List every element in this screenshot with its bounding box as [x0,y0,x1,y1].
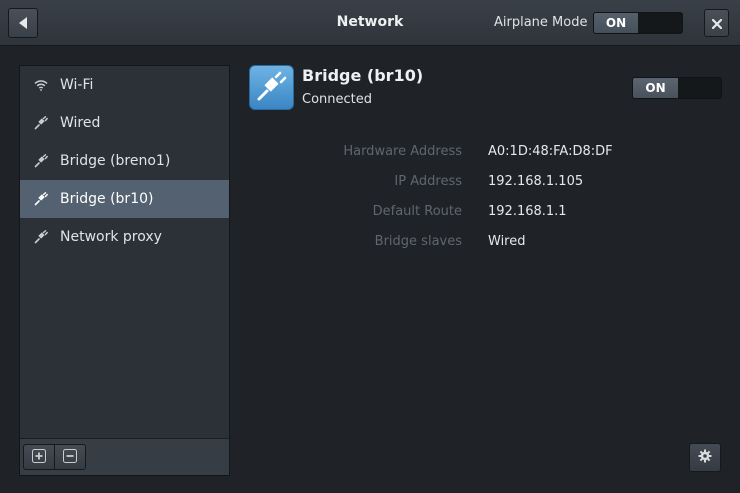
detail-value: A0:1D:48:FA:D8:DF [488,144,613,159]
network-plug-icon [255,69,289,107]
network-plug-icon [33,153,49,169]
sidebar-item-label: Network proxy [60,229,162,245]
detail-label: Hardware Address [343,144,462,159]
sidebar: Wi-Fi Wired Bridge (breno1) Bridge (br10… [19,65,230,476]
device-icon [249,65,294,110]
sidebar-item-wifi[interactable]: Wi-Fi [20,66,229,104]
airplane-mode-label: Airplane Mode [494,15,588,30]
detail-value: Wired [488,234,526,249]
gear-icon [698,448,712,467]
sidebar-item-label: Bridge (br10) [60,191,154,207]
device-name: Bridge (br10) [302,66,424,85]
close-icon [711,14,722,33]
network-plug-icon [33,115,49,131]
add-icon [32,448,46,467]
sidebar-item-label: Wi-Fi [60,77,94,93]
remove-connection-button[interactable] [54,444,86,470]
sidebar-item-network-proxy[interactable]: Network proxy [20,218,229,256]
header-bar: Network Airplane Mode ON [0,0,740,46]
device-status: Connected [302,92,373,107]
close-button[interactable] [704,9,729,37]
detail-value: 192.168.1.105 [488,174,584,189]
device-switch[interactable]: ON [632,77,722,99]
network-plug-icon [33,191,49,207]
detail-row-bridge-slaves: Bridge slaves Wired [250,234,720,254]
wifi-icon [33,77,49,93]
device-switch-state: ON [633,78,678,98]
airplane-mode-switch[interactable]: ON [593,12,683,34]
remove-icon [63,448,77,467]
sidebar-item-bridge-breno1[interactable]: Bridge (breno1) [20,142,229,180]
detail-label: Default Route [372,204,462,219]
detail-label: Bridge slaves [374,234,462,249]
sidebar-item-label: Wired [60,115,101,131]
back-arrow-icon [17,16,29,30]
settings-button[interactable] [689,443,721,472]
detail-label: IP Address [394,174,462,189]
sidebar-item-wired[interactable]: Wired [20,104,229,142]
network-plug-icon [33,229,49,245]
back-button[interactable] [8,8,38,38]
detail-row-hardware-address: Hardware Address A0:1D:48:FA:D8:DF [250,144,720,164]
sidebar-item-label: Bridge (breno1) [60,153,171,169]
sidebar-item-bridge-br10[interactable]: Bridge (br10) [20,180,229,218]
sidebar-toolbar [20,438,229,475]
airplane-mode-switch-state: ON [594,13,638,33]
add-connection-button[interactable] [23,444,55,470]
detail-row-default-route: Default Route 192.168.1.1 [250,204,720,224]
detail-row-ip-address: IP Address 192.168.1.105 [250,174,720,194]
detail-value: 192.168.1.1 [488,204,567,219]
